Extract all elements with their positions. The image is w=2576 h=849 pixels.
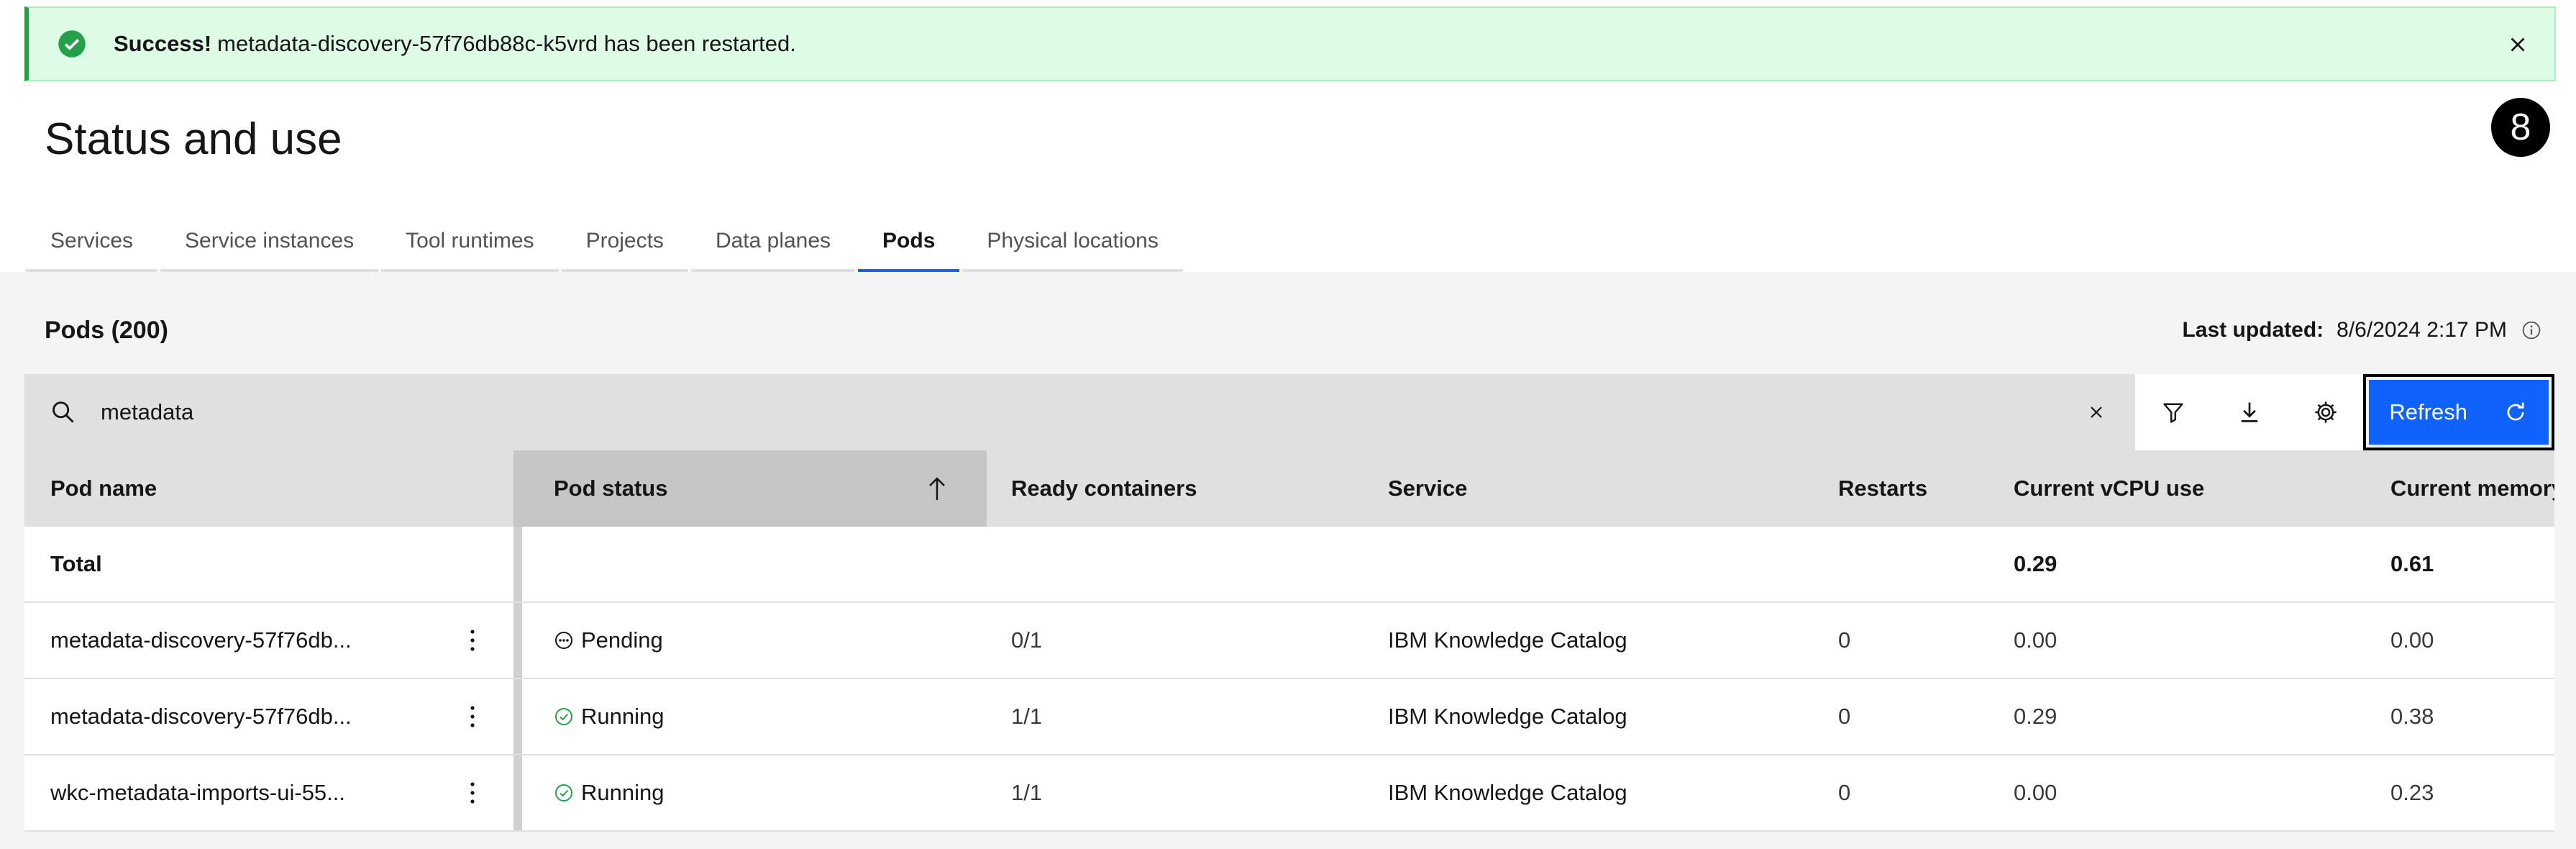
tab-projects[interactable]: Projects [561, 213, 688, 272]
table-row[interactable]: wkc-metadata-imports-ui-55... Running 1/… [24, 755, 2554, 832]
pod-status-cell: Pending [522, 603, 987, 678]
header-service[interactable]: Service [1364, 450, 1814, 527]
memory-use: 0.38 [2390, 704, 2434, 729]
overflow-menu-icon[interactable] [469, 704, 476, 729]
vcpu-use: 0.29 [2014, 704, 2057, 729]
checkmark-filled-icon [58, 30, 86, 58]
restarts: 0 [1838, 704, 1851, 729]
vcpu-use: 0.00 [2014, 780, 2057, 805]
header-vcpu[interactable]: Current vCPU use [1989, 450, 2366, 527]
header-restarts[interactable]: Restarts [1814, 450, 1989, 527]
close-icon[interactable] [2506, 32, 2530, 57]
refresh-icon [2507, 402, 2524, 421]
ready-containers: 0/1 [1011, 627, 1043, 653]
search-bar [24, 374, 2135, 450]
table-row[interactable]: metadata-discovery-57f76db... Running 1/… [24, 679, 2554, 755]
pods-table: Pod name Pod status Ready containers Ser… [24, 450, 2554, 832]
vcpu-use: 0.00 [2014, 627, 2057, 653]
header-ready-containers[interactable]: Ready containers [987, 450, 1364, 527]
pod-status: Pending [581, 627, 663, 653]
info-icon[interactable] [2521, 320, 2541, 340]
column-divider [513, 527, 522, 601]
total-service-cell [1364, 527, 1814, 601]
service-name: IBM Knowledge Catalog [1388, 704, 1627, 729]
checkmark-outline-icon [555, 784, 572, 802]
pod-status: Running [581, 704, 664, 729]
checkmark-outline-icon [555, 708, 572, 725]
total-memory: 0.61 [2390, 551, 2434, 576]
column-divider [513, 679, 522, 754]
tab-bar: Services Service instances Tool runtimes… [26, 213, 1186, 272]
column-divider [513, 450, 522, 527]
success-notification: Success! metadata-discovery-57f76db88c-k5… [24, 6, 2556, 81]
pod-status-cell: Running [522, 755, 987, 830]
restarts: 0 [1838, 627, 1851, 653]
page-title: Status and use [45, 114, 342, 164]
overflow-menu-icon[interactable] [469, 628, 476, 653]
header-pod-status[interactable]: Pod status [522, 450, 987, 527]
search-input[interactable] [101, 399, 2042, 425]
last-updated: Last updated: 8/6/2024 2:17 PM [2182, 318, 2541, 342]
clear-search-icon[interactable] [2086, 402, 2106, 422]
header-memory[interactable]: Current memory [2366, 450, 2554, 527]
settings-button[interactable] [2287, 374, 2364, 450]
service-name: IBM Knowledge Catalog [1388, 627, 1627, 653]
notification-message: metadata-discovery-57f76db88c-k5vrd has … [217, 31, 796, 56]
last-updated-label: Last updated: [2182, 318, 2324, 342]
notification-title: Success! [114, 31, 212, 56]
pod-name: metadata-discovery-57f76db... [50, 704, 352, 729]
pod-name-cell: metadata-discovery-57f76db... [24, 679, 513, 754]
total-row: Total 0.29 0.61 [24, 527, 2554, 603]
restarts: 0 [1838, 780, 1851, 805]
gear-icon [2314, 401, 2337, 423]
pod-name-cell: wkc-metadata-imports-ui-55... [24, 755, 513, 830]
tab-service-instances[interactable]: Service instances [160, 213, 379, 272]
pod-name: wkc-metadata-imports-ui-55... [50, 780, 346, 805]
memory-use: 0.00 [2390, 627, 2434, 653]
refresh-button[interactable]: Refresh [2369, 380, 2549, 445]
pods-count-heading: Pods (200) [45, 317, 168, 344]
tab-tool-runtimes[interactable]: Tool runtimes [381, 213, 559, 272]
total-restarts-cell [1814, 527, 1989, 601]
ready-containers: 1/1 [1011, 780, 1043, 805]
step-number-badge: 8 [2491, 98, 2550, 157]
tab-physical-locations[interactable]: Physical locations [962, 213, 1183, 272]
tab-services[interactable]: Services [26, 213, 158, 272]
refresh-label: Refresh [2389, 399, 2467, 424]
table-header-row: Pod name Pod status Ready containers Ser… [24, 450, 2554, 527]
pending-icon [555, 632, 572, 649]
tab-data-planes[interactable]: Data planes [690, 213, 856, 272]
last-updated-value: 8/6/2024 2:17 PM [2337, 318, 2507, 342]
total-vcpu: 0.29 [2014, 551, 2057, 576]
notification-text: Success! metadata-discovery-57f76db88c-k5… [114, 31, 796, 57]
pod-name-cell: metadata-discovery-57f76db... [24, 603, 513, 678]
tab-pods[interactable]: Pods [858, 213, 960, 272]
header-pod-name[interactable]: Pod name [24, 450, 513, 527]
total-ready-cell [987, 527, 1364, 601]
total-label: Total [50, 551, 102, 576]
pod-status-cell: Running [522, 679, 987, 754]
search-icon [52, 401, 74, 423]
total-status-cell [522, 527, 987, 601]
header-pod-status-label: Pod status [554, 476, 668, 501]
refresh-highlight: Refresh [2363, 374, 2554, 450]
sort-ascending-icon [929, 477, 945, 500]
column-divider [513, 755, 522, 830]
download-button[interactable] [2211, 374, 2288, 450]
table-row[interactable]: metadata-discovery-57f76db... Pending 0/… [24, 603, 2554, 679]
download-icon [2241, 402, 2257, 422]
overflow-menu-icon[interactable] [469, 781, 476, 805]
pod-name: metadata-discovery-57f76db... [50, 627, 352, 653]
pod-status: Running [581, 780, 664, 805]
filter-button[interactable] [2134, 374, 2211, 450]
service-name: IBM Knowledge Catalog [1388, 780, 1627, 805]
ready-containers: 1/1 [1011, 704, 1043, 729]
table-toolbar: Refresh [24, 374, 2554, 450]
memory-use: 0.23 [2390, 780, 2434, 805]
column-divider [513, 603, 522, 678]
filter-icon [2163, 403, 2183, 423]
